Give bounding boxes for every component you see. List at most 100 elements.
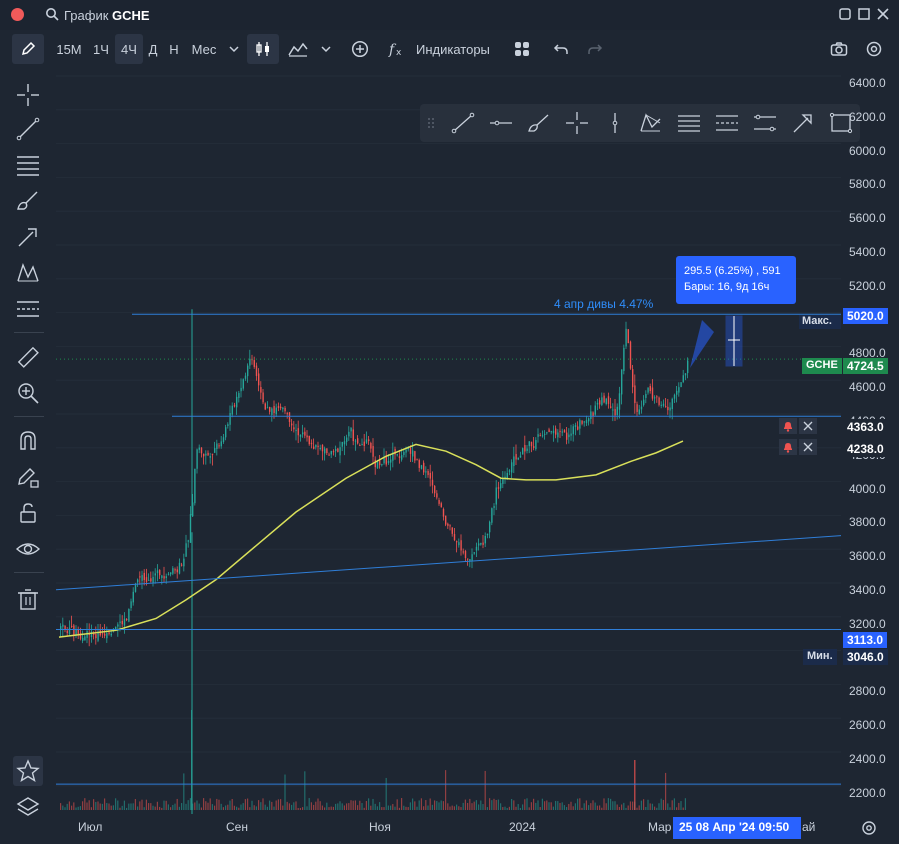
volume-bar [383,807,385,810]
candle-body [574,425,577,427]
timeframe-15m[interactable]: 15M [52,34,86,64]
volume-bar [132,803,134,810]
delete-tool[interactable] [13,584,43,614]
volume-bar [640,800,642,810]
maximize-icon[interactable] [838,7,852,21]
volume-bar [473,801,475,810]
arrow-tool[interactable] [13,222,43,252]
candles-button[interactable] [247,34,279,64]
toolbar-separator [14,572,44,573]
volume-bar [511,798,513,810]
trend-line-icon[interactable] [450,111,476,135]
volume-bar [205,801,207,810]
candle-body [317,445,319,448]
candle-body [462,551,464,553]
magnet-tool[interactable] [13,426,43,456]
price-chart[interactable] [56,70,841,814]
brush-icon[interactable] [526,111,552,135]
forecast-tool[interactable] [13,294,43,324]
chart-type-dropdown[interactable] [316,34,336,64]
toolbar-separator [14,332,44,333]
close-window-button[interactable] [11,8,24,21]
candle-body [610,406,612,408]
alert-button[interactable] [779,439,797,455]
axis-settings-icon[interactable] [860,819,878,837]
brush-tool[interactable] [13,186,43,216]
volume-bar [163,800,165,810]
favorites-tool[interactable] [13,756,43,786]
add-button[interactable] [346,34,374,64]
timeframe-month[interactable]: Мес [187,34,221,64]
volume-bar [548,802,550,810]
candle-body [319,448,321,450]
volume-bar [62,805,64,810]
crosshair-icon[interactable] [564,111,590,135]
candle-body [205,453,207,456]
candle-body [304,431,306,436]
volume-bar [211,804,213,810]
pattern-tool[interactable] [13,258,43,288]
remove-level-button[interactable] [799,439,817,455]
lock-drawings-tool[interactable] [13,462,43,492]
candle-body [341,441,343,447]
redo-button[interactable] [582,34,608,64]
volume-bar [678,802,680,810]
horizontal-ray-icon[interactable] [488,111,514,135]
vertical-line-icon[interactable] [602,111,628,135]
dividend-annotation[interactable]: 4 апр дивы 4.47% [554,297,653,311]
price-tick: 3200.0 [849,616,886,631]
candle-body [165,576,167,578]
timeframe-4h[interactable]: 4Ч [115,34,143,64]
undo-button[interactable] [548,34,574,64]
fib-channel-icon[interactable] [714,111,740,135]
layers-tool[interactable] [13,792,43,822]
area-chart-button[interactable] [284,34,312,64]
volume-bar [671,800,673,810]
candle-body [337,448,339,452]
volume-bar [97,801,99,810]
candle-body [264,403,266,410]
volume-bar [403,805,405,810]
timeframe-dropdown[interactable] [224,34,244,64]
alert-button[interactable] [779,418,797,434]
candle-body [519,455,522,458]
price-tick: 5400.0 [849,245,886,259]
settings-button[interactable] [860,34,888,64]
volume-bar [145,799,147,810]
volume-bar [374,803,376,810]
restore-icon[interactable] [857,7,871,21]
remove-level-button[interactable] [799,418,817,434]
volume-bar [462,802,464,810]
pencil-button[interactable] [12,34,44,64]
volume-bar [277,799,279,810]
visibility-tool[interactable] [13,534,43,564]
drag-handle-icon[interactable] [424,111,438,135]
timeframe-day[interactable]: Д [144,34,162,64]
zoom-tool[interactable] [13,378,43,408]
timeframe-week[interactable]: Н [164,34,184,64]
layout-button[interactable] [508,34,536,64]
candle-body [665,406,667,408]
candle-body [372,445,374,457]
level-2-tag: 4238.0 [843,441,888,457]
screenshot-button[interactable] [826,34,852,64]
timeframe-1h[interactable]: 1Ч [88,34,114,64]
trend-line-tool[interactable] [13,114,43,144]
candle-body [150,578,152,582]
lock-tool[interactable] [13,498,43,528]
candle-body [368,439,370,442]
window-ticker[interactable]: GCHE [112,8,150,23]
candle-body [640,406,643,410]
parallel-channel-icon[interactable] [752,111,778,135]
candle-body [403,451,405,455]
search-icon[interactable] [45,7,59,21]
crosshair-tool[interactable] [13,80,43,110]
fib-levels-icon[interactable] [676,111,702,135]
close-icon[interactable] [876,7,890,21]
arrow-icon[interactable] [790,111,816,135]
indicators-button[interactable]: fx Индикаторы [388,34,500,64]
ruler-tool[interactable] [13,342,43,372]
pitchfork-icon[interactable] [638,111,664,135]
volume-bar [673,798,675,810]
fib-tool[interactable] [13,150,43,180]
